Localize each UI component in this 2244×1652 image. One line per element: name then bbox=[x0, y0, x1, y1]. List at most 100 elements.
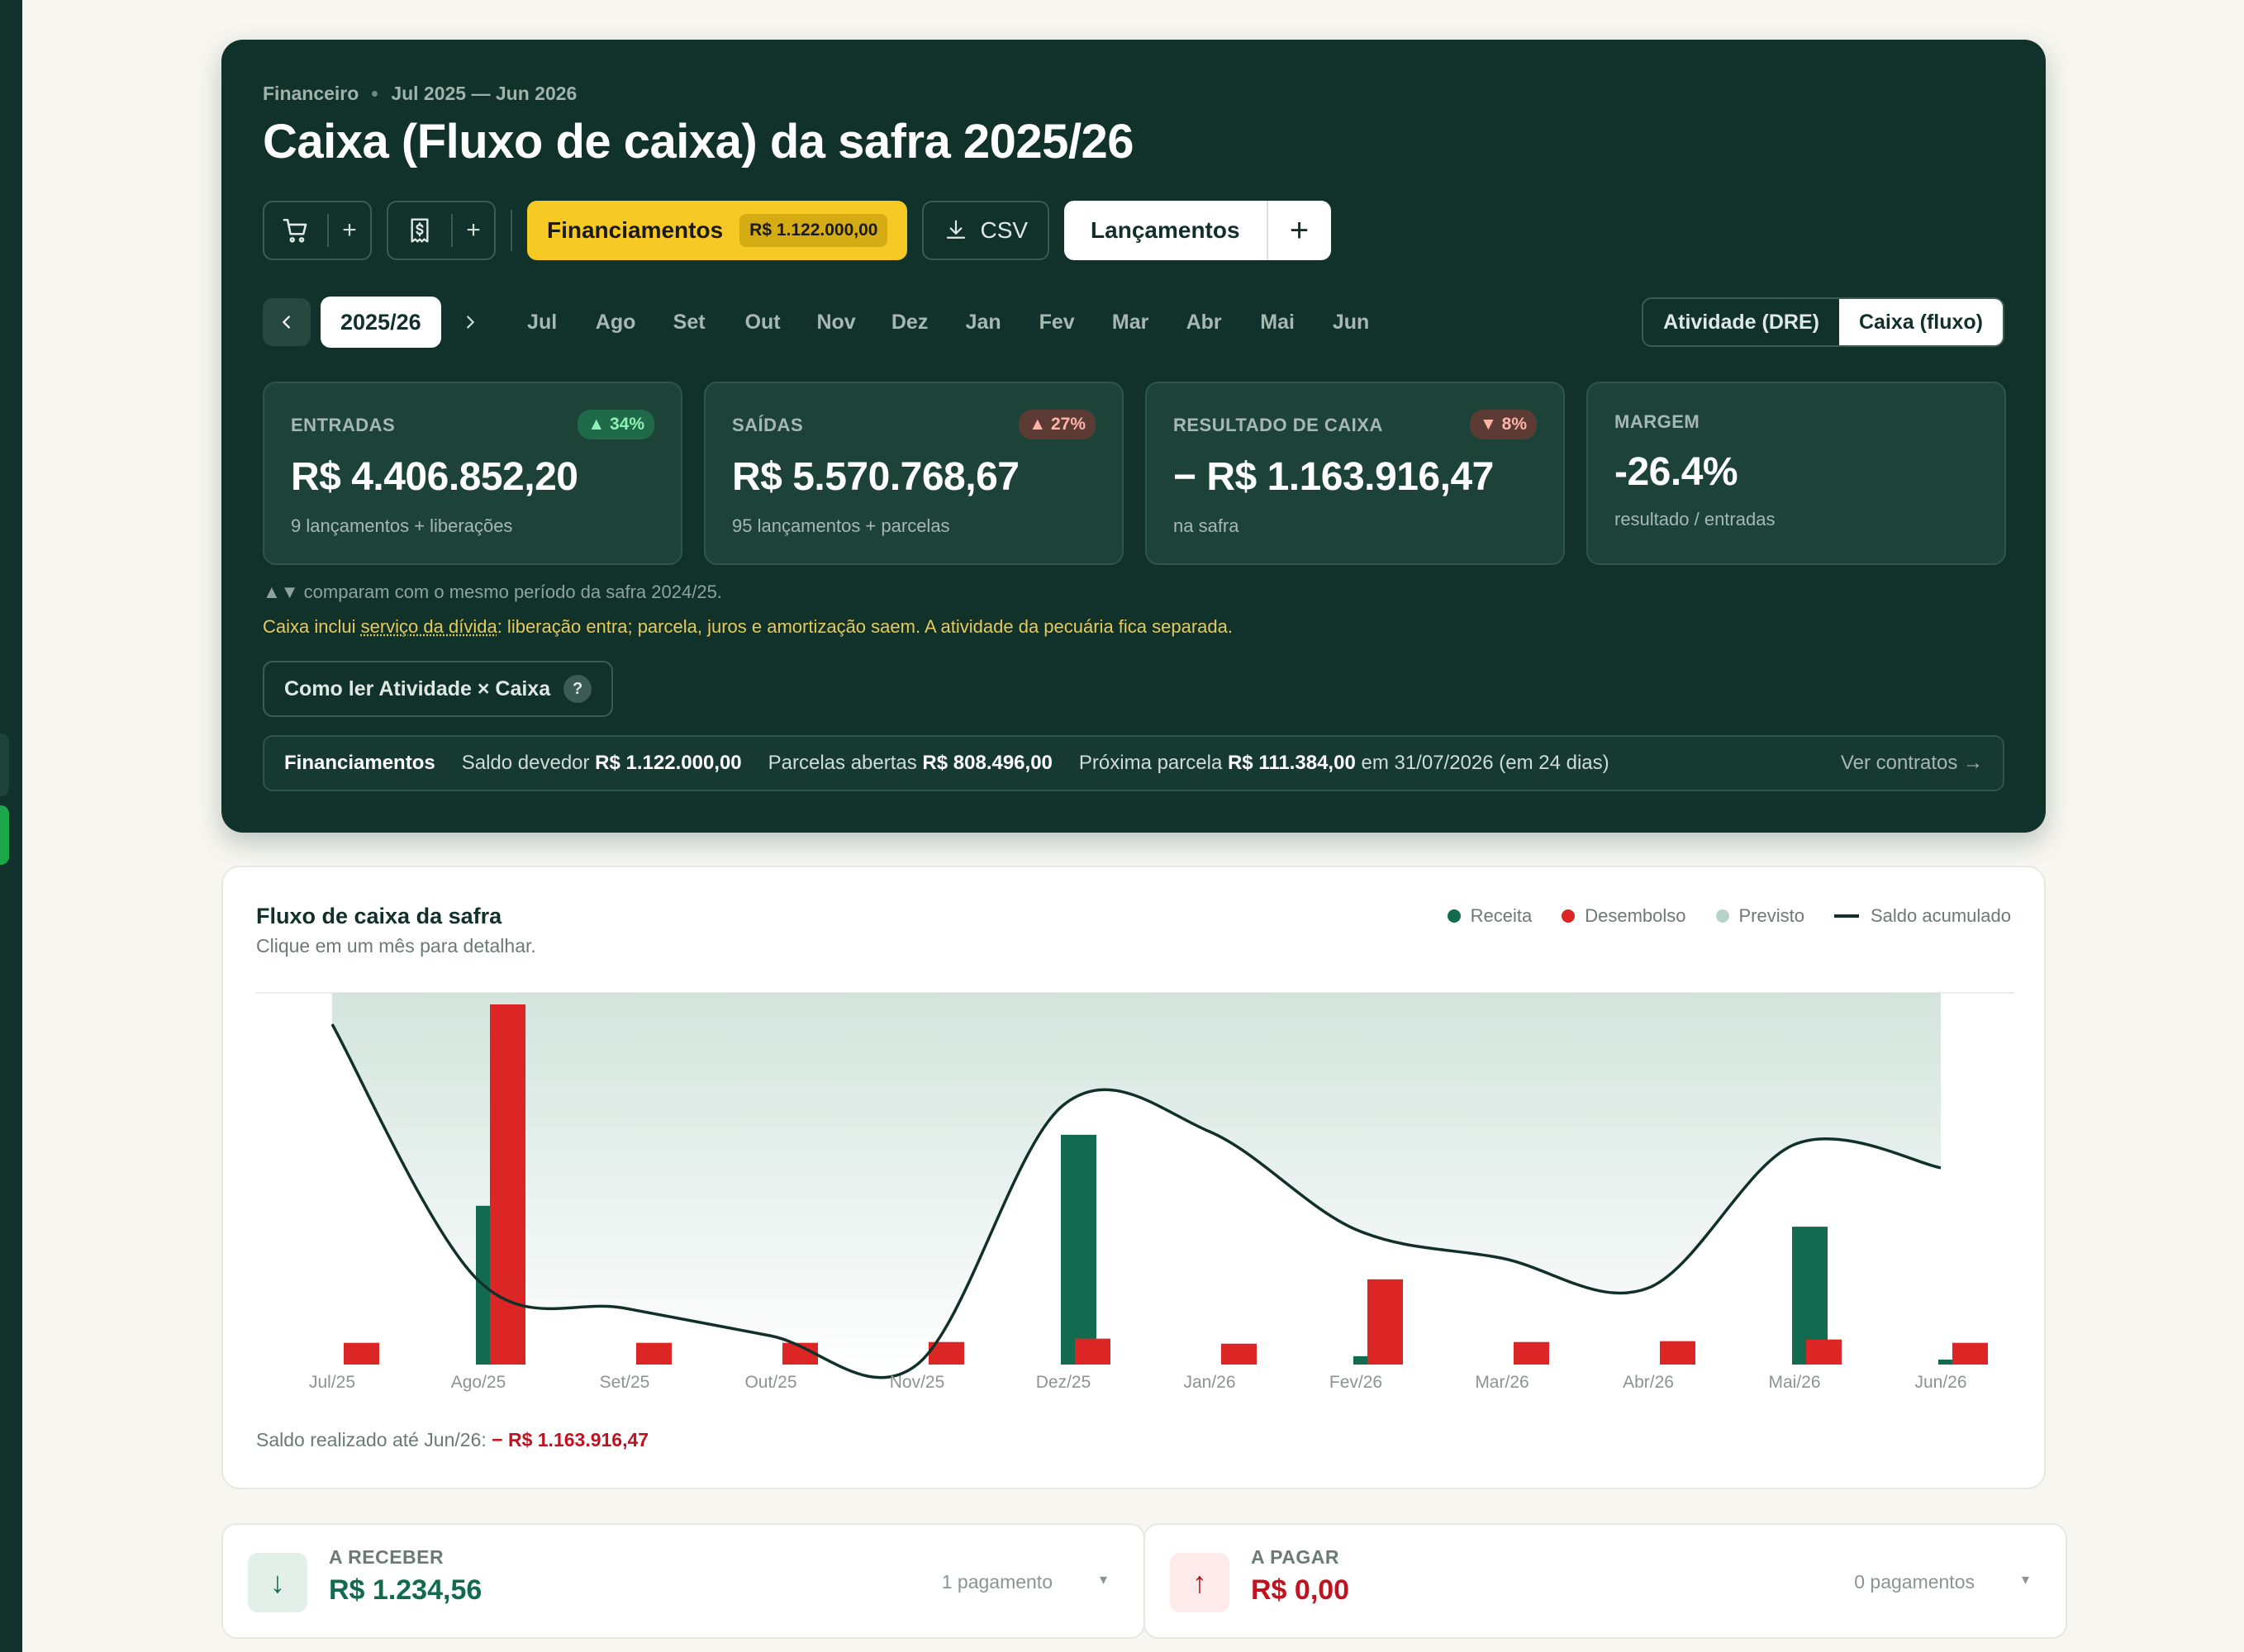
breadcrumb-separator bbox=[372, 91, 378, 97]
x-tick-label: Mai/26 bbox=[1768, 1373, 1820, 1392]
receipt-group: + bbox=[387, 201, 496, 260]
saldo-realizado: Saldo realizado até Jun/26: − R$ 1.163.9… bbox=[256, 1429, 649, 1451]
x-tick-label: Jan/26 bbox=[1183, 1373, 1235, 1392]
lancamentos-button[interactable]: Lançamentos bbox=[1064, 217, 1267, 244]
debt-service-link[interactable]: serviço da dívida bbox=[361, 616, 497, 637]
x-tick-label: Jun/26 bbox=[1914, 1373, 1966, 1392]
x-tick-label: Dez/25 bbox=[1036, 1373, 1091, 1392]
breadcrumb-section[interactable]: Financeiro bbox=[263, 83, 359, 105]
month-tab[interactable]: Set bbox=[653, 311, 726, 335]
add-purchase-button[interactable]: + bbox=[329, 202, 370, 259]
chevron-down-icon[interactable]: ▾ bbox=[1100, 1571, 1107, 1588]
saldo-devedor-label: Saldo devedor bbox=[461, 752, 590, 774]
season-selector[interactable]: 2025/26 bbox=[321, 297, 441, 348]
month-tab[interactable]: Dez bbox=[873, 311, 947, 335]
kpi-value: R$ 5.570.768,67 bbox=[732, 455, 1020, 499]
ver-contratos-link[interactable]: Ver contratos → bbox=[1841, 752, 1983, 775]
kpi-value: -26.4% bbox=[1614, 450, 1738, 494]
financiamentos-badge: R$ 1.122.000,00 bbox=[739, 214, 888, 247]
cart-icon[interactable] bbox=[264, 202, 327, 259]
kpi-label: ENTRADAS bbox=[291, 415, 396, 435]
x-tick-label: Mar/26 bbox=[1475, 1373, 1528, 1392]
toolbar: + + Financiamentos R$ 1.122.000,00 CSV L… bbox=[263, 201, 1331, 260]
view-option-dre[interactable]: Atividade (DRE) bbox=[1643, 299, 1839, 345]
sidebar-tab[interactable] bbox=[0, 733, 9, 796]
page-title: Caixa (Fluxo de caixa) da safra 2025/26 bbox=[263, 115, 1134, 169]
kpi-sub: 95 lançamentos + parcelas bbox=[732, 515, 950, 536]
month-tab[interactable]: Mar bbox=[1094, 311, 1167, 335]
kpi-change-badge: ▲ 34% bbox=[578, 410, 654, 439]
saldo-realizado-label: Saldo realizado até Jun/26: bbox=[256, 1429, 487, 1450]
arrow-up-icon: ↑ bbox=[1170, 1553, 1229, 1612]
bar-desembolso[interactable] bbox=[1075, 1338, 1110, 1365]
kpi-label: RESULTADO DE CAIXA bbox=[1173, 415, 1383, 435]
kpi-label: SAÍDAS bbox=[732, 415, 804, 435]
a-receber-value: R$ 1.234,56 bbox=[329, 1574, 483, 1606]
kpi-label: MARGEM bbox=[1614, 411, 1700, 432]
caixa-note-suffix: : liberação entra; parcela, juros e amor… bbox=[497, 616, 1233, 637]
a-receber-card[interactable]: ↓ A RECEBER R$ 1.234,56 1 pagamento ▾ bbox=[221, 1523, 1145, 1639]
month-tab[interactable]: Mai bbox=[1241, 311, 1315, 335]
kpi-card-resultado: RESULTADO DE CAIXA ▼ 8% − R$ 1.163.916,4… bbox=[1145, 382, 1565, 565]
how-to-read-button[interactable]: Como ler Atividade × Caixa ? bbox=[263, 661, 614, 717]
x-tick-label: Out/25 bbox=[744, 1373, 796, 1392]
month-tab[interactable]: Jan bbox=[947, 311, 1020, 335]
month-tab[interactable]: Nov bbox=[800, 311, 873, 335]
kpi-change-badge: ▲ 27% bbox=[1019, 410, 1096, 439]
purchase-group: + bbox=[263, 201, 372, 260]
cashflow-chart[interactable]: Jul/25 Ago/25 Set/25 Out/25 Nov/25 Dez/25 Jan/… bbox=[223, 867, 2047, 1412]
saldo-devedor-value: R$ 1.122.000,00 bbox=[595, 752, 742, 774]
help-icon: ? bbox=[563, 675, 592, 703]
parcelas-abertas-value: R$ 808.496,00 bbox=[922, 752, 1053, 774]
x-tick-label: Nov/25 bbox=[890, 1373, 945, 1392]
month-tab[interactable]: Fev bbox=[1020, 311, 1094, 335]
bar-desembolso[interactable] bbox=[1367, 1279, 1403, 1365]
bar-desembolso[interactable] bbox=[1221, 1343, 1257, 1365]
cashflow-hero-panel: Financeiro Jul 2025 — Jun 2026 Caixa (Fl… bbox=[221, 40, 2046, 833]
bar-desembolso[interactable] bbox=[490, 1004, 525, 1365]
view-option-caixa[interactable]: Caixa (fluxo) bbox=[1838, 299, 2003, 345]
add-lancamento-button[interactable]: + bbox=[1268, 201, 1331, 260]
export-csv-button[interactable]: CSV bbox=[922, 201, 1050, 260]
saldo-realizado-value: − R$ 1.163.916,47 bbox=[492, 1429, 649, 1450]
csv-label: CSV bbox=[980, 217, 1029, 243]
caixa-note: Caixa inclui serviço da dívida: liberaçã… bbox=[263, 616, 1233, 638]
proxima-parcela-label: Próxima parcela bbox=[1078, 752, 1223, 774]
breadcrumb: Financeiro Jul 2025 — Jun 2026 bbox=[263, 83, 577, 105]
x-tick-label: Abr/26 bbox=[1623, 1373, 1674, 1392]
month-tab[interactable]: Jun bbox=[1315, 311, 1388, 335]
prev-season-button[interactable] bbox=[263, 298, 311, 346]
sidebar-tab-active[interactable] bbox=[0, 805, 9, 865]
a-pagar-count: 0 pagamentos bbox=[1854, 1571, 1975, 1593]
chevron-down-icon[interactable]: ▾ bbox=[2022, 1571, 2029, 1588]
financing-summary-bar: Financiamentos Saldo devedor R$ 1.122.00… bbox=[263, 735, 2004, 791]
month-tab[interactable]: Abr bbox=[1167, 311, 1241, 335]
bar-desembolso[interactable] bbox=[1660, 1341, 1695, 1365]
month-tab[interactable]: Jul bbox=[506, 311, 579, 335]
saldo-devedor: Saldo devedor R$ 1.122.000,00 bbox=[462, 752, 742, 775]
toolbar-divider bbox=[511, 210, 512, 251]
a-pagar-card[interactable]: ↑ A PAGAR R$ 0,00 0 pagamentos ▾ bbox=[1143, 1523, 2067, 1639]
x-tick-label: Fev/26 bbox=[1329, 1373, 1382, 1392]
bar-desembolso[interactable] bbox=[1514, 1341, 1549, 1365]
bar-desembolso[interactable] bbox=[344, 1342, 379, 1365]
receipt-icon[interactable] bbox=[388, 202, 451, 259]
breadcrumb-period: Jul 2025 — Jun 2026 bbox=[391, 83, 578, 104]
period-selector: 2025/26 Jul Ago Set Out Nov Dez Jan Fev … bbox=[263, 297, 2004, 348]
bar-desembolso[interactable] bbox=[636, 1342, 672, 1365]
month-tab[interactable]: Out bbox=[726, 311, 800, 335]
comparison-note: ▲▼ comparam com o mesmo período da safra… bbox=[263, 582, 722, 602]
caixa-note-prefix: Caixa inclui bbox=[263, 616, 361, 637]
parcelas-abertas-label: Parcelas abertas bbox=[768, 752, 917, 774]
bar-desembolso[interactable] bbox=[1952, 1342, 1988, 1365]
kpi-sub: resultado / entradas bbox=[1614, 509, 1776, 529]
add-receipt-button[interactable]: + bbox=[453, 202, 494, 259]
kpi-value: R$ 4.406.852,20 bbox=[291, 455, 578, 499]
next-season-button[interactable] bbox=[451, 298, 489, 346]
download-icon bbox=[947, 220, 966, 239]
kpi-value: − R$ 1.163.916,47 bbox=[1173, 455, 1494, 499]
bar-receita[interactable] bbox=[1061, 1134, 1096, 1365]
bar-desembolso[interactable] bbox=[1806, 1339, 1842, 1365]
financiamentos-button[interactable]: Financiamentos R$ 1.122.000,00 bbox=[527, 201, 908, 260]
month-tab[interactable]: Ago bbox=[579, 311, 653, 335]
